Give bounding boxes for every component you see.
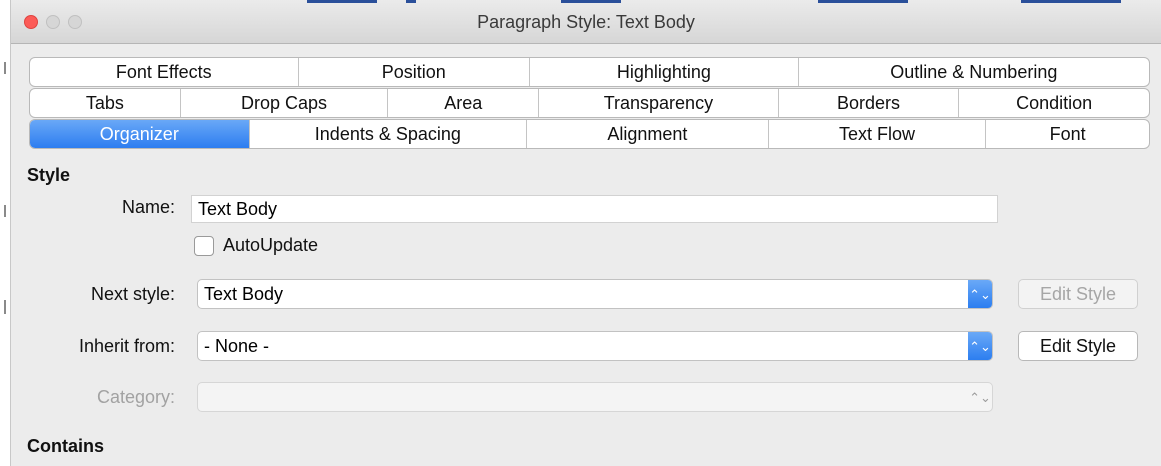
tab-row-3: Organizer Indents & Spacing Alignment Te…: [29, 119, 1150, 149]
category-label: Category:: [96, 387, 175, 407]
tab-font[interactable]: Font: [986, 120, 1149, 148]
autoupdate-label: AutoUpdate: [223, 235, 319, 255]
tab-row-1: Font Effects Position Highlighting Outli…: [29, 57, 1150, 87]
inherit-from-edit-button[interactable]: Edit Style: [1018, 331, 1138, 361]
tab-outline-numbering[interactable]: Outline & Numbering: [799, 58, 1149, 86]
background-mark: [4, 205, 6, 217]
tab-row-2: Tabs Drop Caps Area Transparency Borders…: [29, 88, 1150, 118]
background-left-strip: [0, 0, 10, 466]
tab-condition[interactable]: Condition: [959, 89, 1149, 117]
tab-transparency[interactable]: Transparency: [539, 89, 779, 117]
style-section-heading: Style: [27, 165, 71, 185]
tab-font-effects[interactable]: Font Effects: [30, 58, 299, 86]
title-bar: Paragraph Style: Text Body: [11, 0, 1161, 44]
next-style-edit-button[interactable]: Edit Style: [1018, 279, 1138, 309]
contains-section-heading: Contains: [27, 436, 105, 456]
next-style-label: Next style:: [90, 284, 175, 304]
tab-tabs[interactable]: Tabs: [30, 89, 181, 117]
up-down-chevron-icon: ⌃⌄: [969, 389, 991, 405]
up-down-chevron-icon: ⌃⌄: [968, 332, 992, 360]
tab-borders[interactable]: Borders: [779, 89, 960, 117]
autoupdate-checkbox[interactable]: [194, 236, 214, 256]
paragraph-style-dialog: Paragraph Style: Text Body Font Effects …: [10, 0, 1161, 466]
next-style-value: Text Body: [204, 283, 284, 304]
tab-text-flow[interactable]: Text Flow: [769, 120, 987, 148]
tab-position[interactable]: Position: [299, 58, 531, 86]
background-mark: [4, 300, 6, 314]
tab-organizer[interactable]: Organizer: [30, 120, 250, 148]
next-style-select[interactable]: Text Body ⌃⌄: [197, 279, 993, 309]
inherit-from-value: - None -: [204, 335, 270, 356]
tab-highlighting[interactable]: Highlighting: [530, 58, 799, 86]
tab-alignment[interactable]: Alignment: [527, 120, 769, 148]
inherit-from-label: Inherit from:: [78, 336, 175, 356]
tab-indents-spacing[interactable]: Indents & Spacing: [250, 120, 528, 148]
title-bar-top-edge: [11, 0, 1161, 3]
tab-area[interactable]: Area: [388, 89, 540, 117]
window-title: Paragraph Style: Text Body: [477, 12, 695, 32]
background-mark: [4, 62, 6, 74]
name-label: Name:: [121, 197, 175, 217]
tab-drop-caps[interactable]: Drop Caps: [181, 89, 389, 117]
name-input[interactable]: Text Body: [191, 195, 998, 223]
category-select[interactable]: ⌃⌄: [197, 382, 993, 412]
up-down-chevron-icon: ⌃⌄: [968, 280, 992, 308]
inherit-from-select[interactable]: - None - ⌃⌄: [197, 331, 993, 361]
